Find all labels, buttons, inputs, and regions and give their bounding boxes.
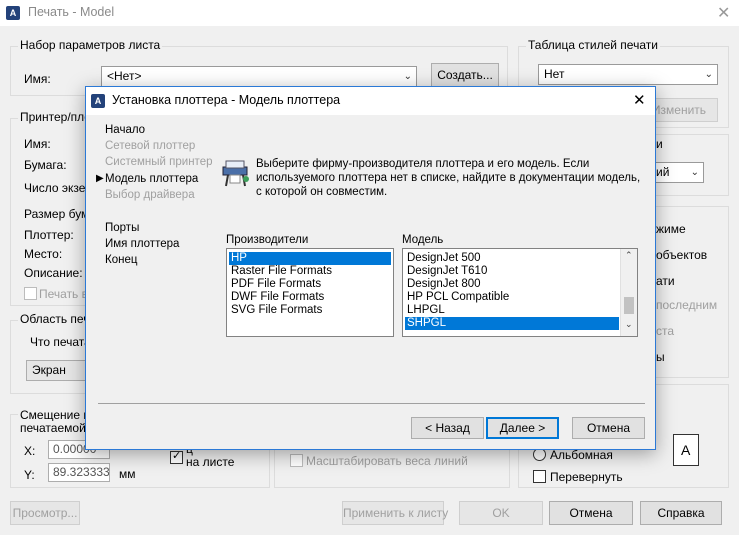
style-table-label: Таблица стилей печати — [526, 38, 660, 52]
print-to-file-label: Печать в — [39, 287, 89, 301]
next-button[interactable]: Далее > — [486, 417, 559, 439]
print-to-file-checkbox[interactable] — [24, 287, 37, 300]
step-plotter-name: Имя плоттера — [105, 238, 180, 250]
scale-lineweights-label: Масштабировать веса линий — [306, 454, 468, 468]
list-item[interactable]: HP — [229, 252, 391, 265]
list-item[interactable]: DWF File Formats — [229, 291, 324, 304]
page-setup-name-combo[interactable]: <Нет> ⌄ — [101, 66, 417, 87]
model-list-scrollbar[interactable]: ⌃ ⌄ — [620, 249, 637, 336]
close-icon[interactable]: ✕ — [717, 3, 730, 23]
close-icon[interactable]: ✕ — [633, 91, 646, 109]
printer-copies-label: Число экзе — [24, 181, 86, 195]
scroll-up-icon[interactable]: ⌃ — [625, 250, 633, 261]
wizard-title: Установка плоттера - Модель плоттера — [112, 93, 341, 107]
scroll-down-icon[interactable]: ⌄ — [625, 319, 633, 330]
cancel-button[interactable]: Отмена — [549, 501, 633, 525]
reverse-checkbox[interactable] — [533, 470, 546, 483]
list-item[interactable]: DesignJet 800 — [405, 278, 481, 291]
list-item[interactable]: SVG File Formats — [229, 304, 322, 317]
printer-name-label: Имя: — [24, 137, 51, 151]
current-step-arrow-icon: ▶ — [96, 173, 104, 184]
list-item[interactable]: DesignJet 500 — [405, 252, 481, 265]
landscape-label: Альбомная — [550, 448, 613, 462]
list-item[interactable]: LHPGL — [405, 304, 445, 317]
description-label: Описание: — [24, 266, 83, 280]
back-button[interactable]: < Назад — [411, 417, 484, 439]
autocad-app-icon: A — [6, 6, 20, 20]
option-fragment-5: ста — [656, 324, 675, 338]
wizard-cancel-button[interactable]: Отмена — [572, 417, 645, 439]
style-table-value: Нет — [544, 67, 565, 81]
apply-to-layout-button[interactable]: Применить к листу — [342, 501, 448, 525]
wizard-separator — [98, 403, 645, 404]
printer-paper-label: Бумага: — [24, 158, 67, 172]
where-label: Место: — [24, 247, 63, 261]
list-item[interactable]: DesignJet T610 — [405, 265, 487, 278]
print-area-value: Экран — [32, 363, 66, 377]
offset-units-label: мм — [119, 467, 136, 481]
plotter-wizard-dialog: A Установка плоттера - Модель плоттера ✕… — [85, 86, 656, 450]
list-item[interactable]: PDF File Formats — [229, 278, 321, 291]
option-fragment-4: последним — [656, 298, 718, 312]
print-window-titlebar: A Печать - Model ✕ — [0, 0, 739, 26]
model-label: Модель — [402, 234, 444, 246]
step-ports: Порты — [105, 222, 140, 234]
plotter-label: Плоттер: — [24, 228, 74, 242]
ok-button[interactable]: OK — [459, 501, 543, 525]
manufacturers-label: Производители — [226, 234, 309, 246]
step-plotter-model: Модель плоттера — [105, 173, 199, 185]
scrollbar-thumb[interactable] — [624, 297, 634, 314]
model-list[interactable]: DesignJet 500 DesignJet T610 DesignJet 8… — [402, 248, 638, 337]
reverse-label: Перевернуть — [550, 470, 623, 484]
preview-button[interactable]: Просмотр... — [10, 501, 80, 525]
style-table-combo[interactable]: Нет ⌄ — [538, 64, 718, 85]
wizard-description: Выберите фирму-производителя плоттера и … — [256, 158, 641, 198]
autocad-app-icon: A — [91, 94, 105, 108]
scale-lineweights-checkbox[interactable] — [290, 454, 303, 467]
page-orientation-letter: A — [681, 442, 691, 458]
chevron-down-icon: ⌄ — [690, 167, 699, 178]
checkmark-icon: ✓ — [172, 450, 182, 462]
what-to-plot-label: Что печата — [30, 335, 91, 349]
wizard-titlebar: A Установка плоттера - Модель плоттера ✕ — [86, 87, 655, 115]
step-start: Начало — [105, 124, 146, 136]
step-finish: Конец — [105, 254, 138, 266]
center-plot-label-line2: на листе — [186, 455, 235, 469]
page-orientation-icon: A — [673, 434, 699, 466]
option-fragment-6: ы — [656, 350, 665, 364]
plotter-icon — [222, 160, 249, 187]
offset-y-label: Y: — [24, 468, 35, 482]
center-plot-checkbox[interactable]: ✓ — [170, 450, 183, 464]
chevron-down-icon: ⌄ — [704, 69, 713, 80]
offset-y-field[interactable]: 89.323333 — [48, 463, 110, 482]
create-button[interactable]: Создать... — [431, 63, 499, 87]
page-setup-name-label: Имя: — [24, 72, 51, 86]
step-network-plotter: Сетевой плоттер — [105, 140, 196, 152]
step-system-printer: Системный принтер — [105, 156, 213, 168]
option-fragment-2: объектов — [656, 248, 708, 262]
print-window-title: Печать - Model — [28, 5, 115, 19]
chevron-down-icon: ⌄ — [403, 71, 412, 82]
list-item[interactable]: HP PCL Compatible — [405, 291, 509, 304]
option-fragment-1: жиме — [656, 222, 686, 236]
step-driver-select: Выбор драйвера — [105, 189, 195, 201]
manufacturers-list[interactable]: HP Raster File Formats PDF File Formats … — [226, 248, 394, 337]
option-fragment-3: ати — [656, 274, 675, 288]
help-button[interactable]: Справка — [640, 501, 722, 525]
offset-x-label: X: — [24, 444, 36, 458]
page-setup-label: Набор параметров листа — [18, 38, 163, 52]
list-item[interactable]: Raster File Formats — [229, 265, 332, 278]
page-setup-name-value: <Нет> — [107, 69, 142, 83]
printer-group-label: Принтер/пло — [18, 110, 93, 124]
shaded-viewport-label: и — [656, 137, 663, 151]
list-item[interactable]: SHPGL — [405, 317, 619, 330]
